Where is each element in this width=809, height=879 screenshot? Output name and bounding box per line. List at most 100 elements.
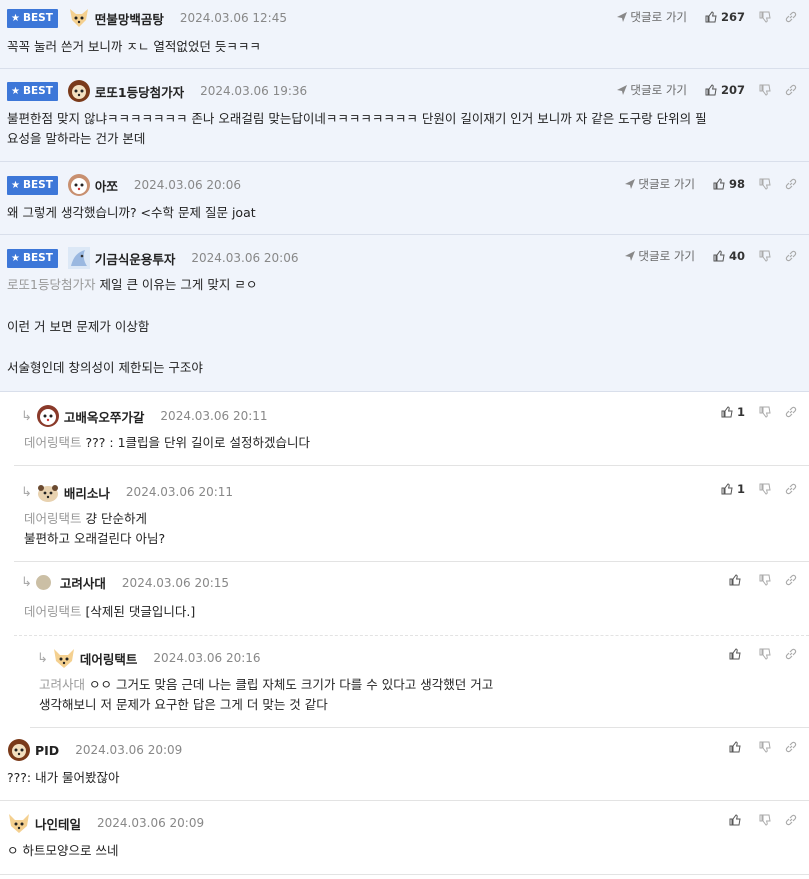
avatar: [8, 739, 30, 761]
link-icon: [785, 84, 797, 96]
nickname[interactable]: 고려사대: [60, 573, 106, 592]
best-badge: ★ BEST: [7, 81, 58, 101]
share-link-button[interactable]: [785, 741, 797, 753]
comment-body: ㅇ 하트모양으로 쓰네: [7, 843, 119, 858]
dislike-button[interactable]: [759, 741, 771, 753]
like-button[interactable]: [729, 741, 745, 753]
mention[interactable]: 고려사대: [39, 677, 85, 692]
thumbs-down-icon: [759, 406, 771, 418]
dislike-button[interactable]: [759, 483, 771, 495]
link-icon: [785, 178, 797, 190]
thumbs-up-icon: [705, 84, 717, 96]
share-link-button[interactable]: [785, 483, 797, 495]
share-link-button[interactable]: [785, 84, 797, 96]
dislike-button[interactable]: [759, 250, 771, 262]
like-button[interactable]: 207: [705, 83, 745, 97]
thumbs-up-icon: [713, 250, 725, 262]
comment-body: 로또1등당첨가자 제일 큰 이유는 그게 맞지 ㄹㅇ 이런 거 보면 문제가 이상…: [7, 277, 258, 375]
timestamp: 2024.03.06 20:11: [125, 485, 234, 499]
reply-comment: ↳ 배리소나 2024.03.06 20:11 1 데어링택트 걍 단순하게 불편…: [14, 466, 809, 562]
comment-body: ???: 내가 물어봤잖아: [7, 770, 120, 785]
best-comment: ★ BEST 아쪼 2024.03.06 20:06 댓글로 가기 98 왜 그렇…: [0, 162, 809, 235]
share-link-button[interactable]: [785, 406, 797, 418]
nickname[interactable]: 고배옥오쭈가갈: [64, 407, 145, 426]
dislike-button[interactable]: [759, 814, 771, 826]
thumbs-up-icon: [705, 11, 717, 23]
reply-comment: ↳ 고배옥오쭈가갈 2024.03.06 20:11 1 데어링택트??? : …: [14, 392, 809, 466]
dislike-button[interactable]: [759, 178, 771, 190]
link-icon: [785, 11, 797, 23]
share-link-button[interactable]: [785, 11, 797, 23]
dislike-button[interactable]: [759, 648, 771, 660]
mention[interactable]: 데어링택트: [24, 435, 82, 450]
share-link-button[interactable]: [785, 574, 797, 586]
nickname[interactable]: 아쪼: [95, 176, 118, 195]
comment-body: 고려사대 ㅇㅇ 그거도 맞음 근데 나는 클립 자체도 크기가 다를 수 있다고 …: [39, 677, 494, 712]
dislike-button[interactable]: [759, 11, 771, 23]
timestamp: 2024.03.06 20:15: [121, 575, 230, 590]
avatar: [9, 814, 29, 833]
thumbs-down-icon: [759, 11, 771, 23]
mention[interactable]: 데어링택트: [24, 511, 82, 526]
star-icon: ★: [11, 85, 20, 97]
like-button[interactable]: 1: [721, 405, 745, 419]
nickname[interactable]: 기금식운용투자: [95, 249, 176, 268]
like-button[interactable]: [729, 814, 745, 826]
share-link-button[interactable]: [785, 648, 797, 660]
thumbs-down-icon: [759, 574, 771, 586]
link-icon: [785, 814, 797, 826]
link-icon: [785, 406, 797, 418]
like-button[interactable]: 98: [713, 177, 745, 191]
reply-arrow-icon: ↳: [37, 650, 48, 666]
best-badge: ★ BEST: [7, 8, 58, 28]
nickname[interactable]: 로또1등당첨가자: [95, 82, 184, 101]
reply-arrow-icon: ↳: [21, 575, 32, 590]
share-link-button[interactable]: [785, 814, 797, 826]
best-badge: ★ BEST: [7, 248, 58, 268]
dislike-button[interactable]: [759, 574, 771, 586]
comment-body: 데어링택트??? : 1클립을 단위 길이로 설정하겠습니다: [24, 435, 310, 450]
timestamp: 2024.03.06 20:09: [97, 816, 205, 830]
thumbs-up-icon: [721, 483, 733, 495]
share-link-button[interactable]: [785, 250, 797, 262]
link-icon: [785, 250, 797, 262]
avatar: [69, 9, 88, 27]
nickname[interactable]: 나인테일: [35, 814, 81, 833]
avatar: [67, 174, 90, 196]
best-badge: ★ BEST: [7, 175, 58, 195]
dislike-button[interactable]: [759, 406, 771, 418]
like-button[interactable]: 267: [705, 10, 745, 24]
best-comment: ★ BEST 기금식운용투자 2024.03.06 20:06 댓글로 가기 40…: [0, 235, 809, 392]
avatar: [35, 575, 51, 590]
comment-body: 불편한점 맞지 않냐ㅋㅋㅋㅋㅋㅋㅋ 존나 오래걸림 맞는답이네ㅋㅋㅋㅋㅋㅋㅋㅋ …: [7, 111, 707, 146]
like-button[interactable]: [729, 648, 745, 660]
comment-body: 꼭꼭 눌러 쓴거 보니까 ㅈㄴ 열적없었던 듯ㅋㅋㅋ: [7, 39, 261, 54]
link-icon: [785, 648, 797, 660]
nickname[interactable]: 데어링택트: [80, 649, 138, 668]
share-link-button[interactable]: [785, 178, 797, 190]
timestamp: 2024.03.06 12:45: [179, 11, 287, 25]
like-button[interactable]: [729, 574, 745, 586]
thumbs-down-icon: [759, 84, 771, 96]
best-comment: ★ BEST 떤불망백곰탕 2024.03.06 12:45 댓글로 가기 267…: [0, 0, 809, 69]
dislike-button[interactable]: [759, 84, 771, 96]
goto-comment-link[interactable]: 댓글로 가기: [617, 9, 687, 25]
timestamp: 2024.03.06 20:09: [75, 743, 183, 757]
thumbs-up-icon: [729, 574, 741, 586]
mention[interactable]: 데어링택트: [24, 604, 82, 619]
goto-comment-link[interactable]: 댓글로 가기: [625, 176, 695, 192]
nickname[interactable]: 배리소나: [64, 483, 110, 502]
thumbs-up-icon: [721, 406, 733, 418]
comment: 나인테일 2024.03.06 20:09 ㅇ 하트모양으로 쓰네: [0, 801, 809, 875]
best-comment: ★ BEST 로또1등당첨가자 2024.03.06 19:36 댓글로 가기 2…: [0, 69, 809, 162]
goto-comment-link[interactable]: 댓글로 가기: [617, 82, 687, 98]
timestamp: 2024.03.06 20:16: [153, 651, 261, 665]
like-button[interactable]: 40: [713, 249, 745, 263]
nickname[interactable]: PID: [35, 743, 59, 758]
reply-arrow-icon: ↳: [21, 408, 32, 424]
timestamp: 2024.03.06 20:06: [133, 178, 241, 192]
like-button[interactable]: 1: [721, 482, 745, 496]
mention[interactable]: 로또1등당첨가자: [7, 277, 95, 292]
goto-comment-link[interactable]: 댓글로 가기: [625, 248, 695, 264]
nickname[interactable]: 떤불망백곰탕: [95, 9, 164, 28]
